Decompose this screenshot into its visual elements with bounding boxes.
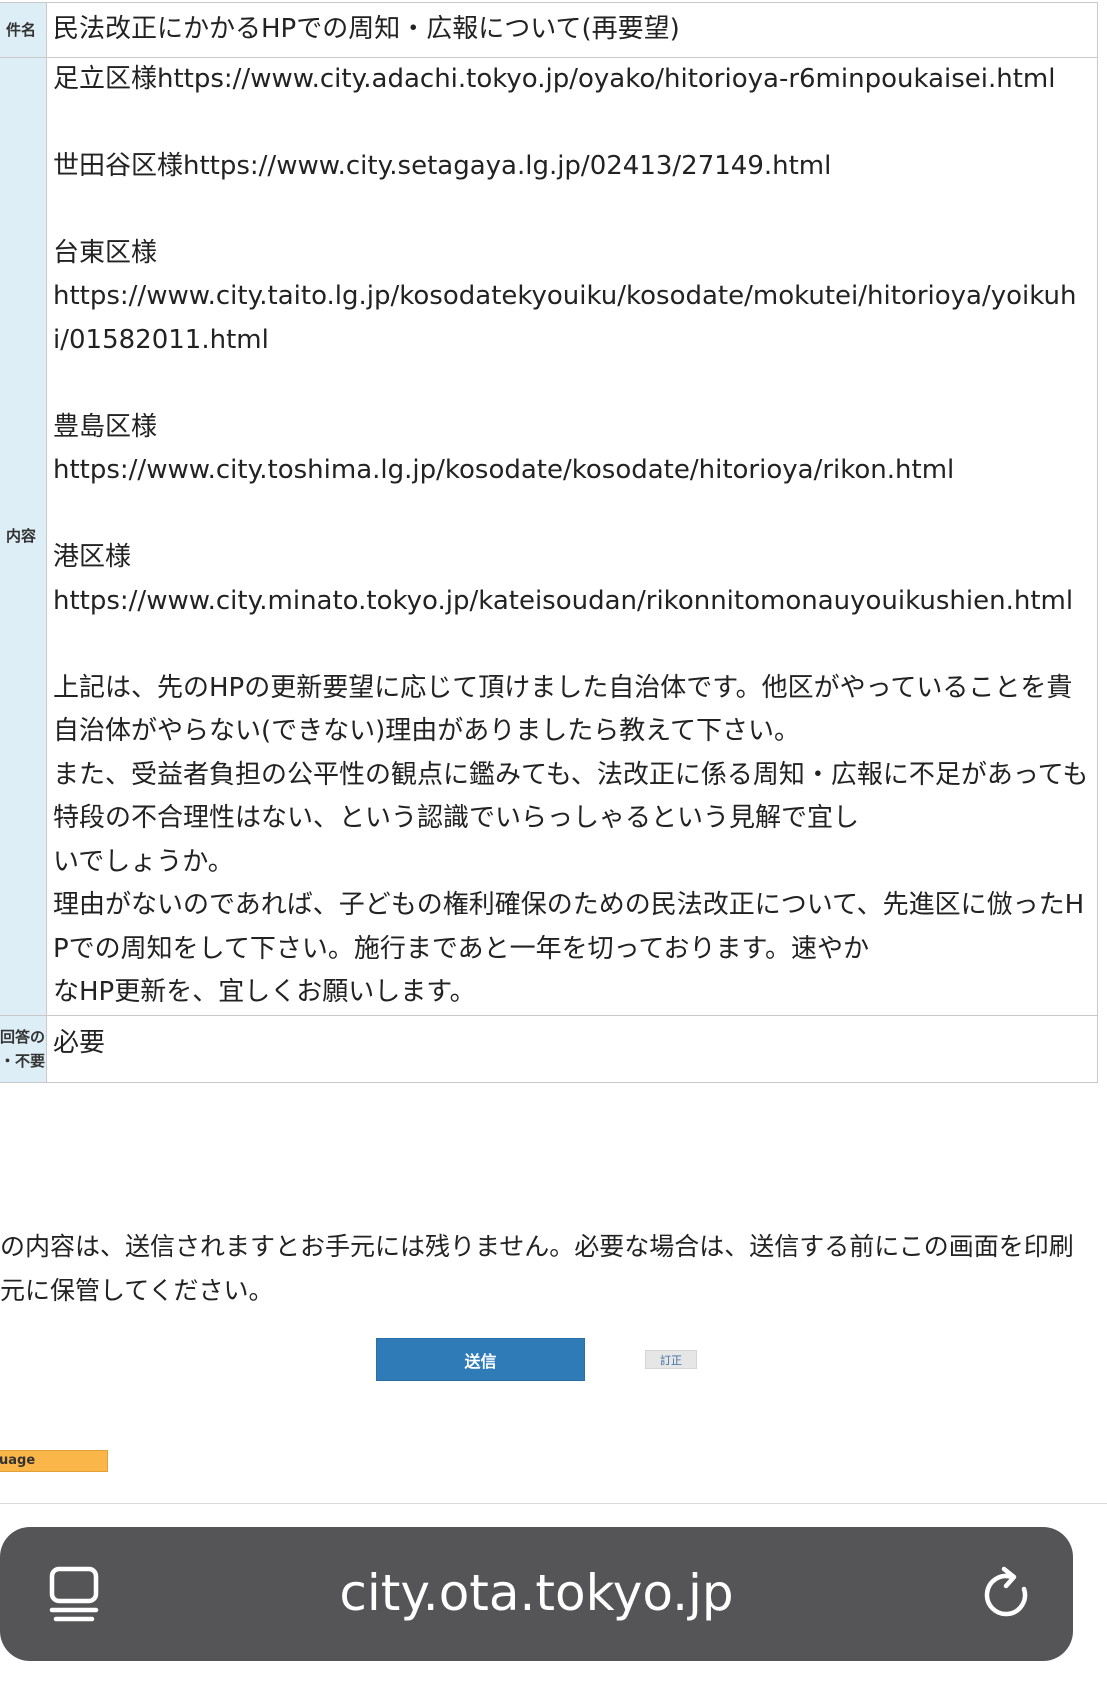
subject-value: 民法改正にかかるHPでの周知・広報について(再要望) — [46, 2, 1098, 58]
content-line: https://www.city.taito.lg.jp/kosodatekyo… — [53, 281, 1077, 355]
content-line: なHP更新を、宜しくお願いします。 — [53, 977, 476, 1007]
content-row: 内容 足立区様https://www.city.adachi.tokyo.jp/… — [0, 56, 1098, 1016]
content-line: また、受益者負担の公平性の観点に鑑みても、法改正に係る周知・広報に不足があっても… — [53, 759, 1089, 834]
content-line: 上記は、先のHPの更新要望に応じて頂けました自治体です。他区がやっていることを貴… — [53, 672, 1073, 747]
subject-row: 件名 民法改正にかかるHPでの周知・広報について(再要望) — [0, 2, 1098, 58]
notice-text: の内容は、送信されますとお手元には残りません。必要な場合は、送信する前にこの画面… — [0, 1225, 1107, 1313]
content-line: https://www.city.toshima.lg.jp/kosodate/… — [53, 455, 955, 485]
subject-label: 件名 — [0, 2, 47, 58]
reply-label-line1: 回答の — [0, 1027, 46, 1046]
content-line: いでしょうか。 — [53, 846, 234, 877]
content-line: 台東区様 — [53, 237, 158, 268]
reply-label-line2: ・不要 — [0, 1051, 46, 1070]
divider — [0, 1503, 1107, 1504]
page: 件名 民法改正にかかるHPでの周知・広報について(再要望) 内容 足立区様htt… — [0, 0, 1107, 1686]
notice-line2: 元に保管してください。 — [0, 1276, 274, 1305]
url-field[interactable]: city.ota.tokyo.jp — [160, 1563, 913, 1623]
reply-label: 回答の ・不要 — [0, 1014, 47, 1083]
content-label: 内容 — [0, 56, 47, 1016]
reload-icon[interactable] — [982, 1565, 1034, 1623]
content-line: https://www.city.minato.tokyo.jp/kateiso… — [53, 585, 1074, 616]
reply-value: 必要 — [46, 1014, 1098, 1083]
confirmation-table: 件名 民法改正にかかるHPでの周知・広報について(再要望) 内容 足立区様htt… — [0, 2, 1098, 1083]
send-button[interactable]: 送信 — [376, 1338, 585, 1381]
tab-overview-icon[interactable] — [48, 1565, 102, 1623]
notice-line1: の内容は、送信されますとお手元には残りません。必要な場合は、送信する前にこの画面… — [0, 1232, 1074, 1261]
browser-address-bar: city.ota.tokyo.jp — [0, 1527, 1073, 1661]
content-line: 豊島区様 — [53, 411, 158, 442]
content-line: 世田谷区様https://www.city.setagaya.lg.jp/024… — [53, 150, 832, 181]
language-button[interactable]: uage — [0, 1450, 108, 1472]
content-value: 足立区様https://www.city.adachi.tokyo.jp/oya… — [46, 56, 1098, 1016]
content-line: 港区様 — [53, 542, 132, 572]
content-line: 理由がないのであれば、子どもの権利確保のための民法改正について、先進区に倣ったH… — [53, 890, 1085, 964]
content-line: 足立区様https://www.city.adachi.tokyo.jp/oya… — [53, 63, 1056, 94]
correct-button[interactable]: 訂正 — [645, 1350, 697, 1369]
reply-row: 回答の ・不要 必要 — [0, 1014, 1098, 1083]
